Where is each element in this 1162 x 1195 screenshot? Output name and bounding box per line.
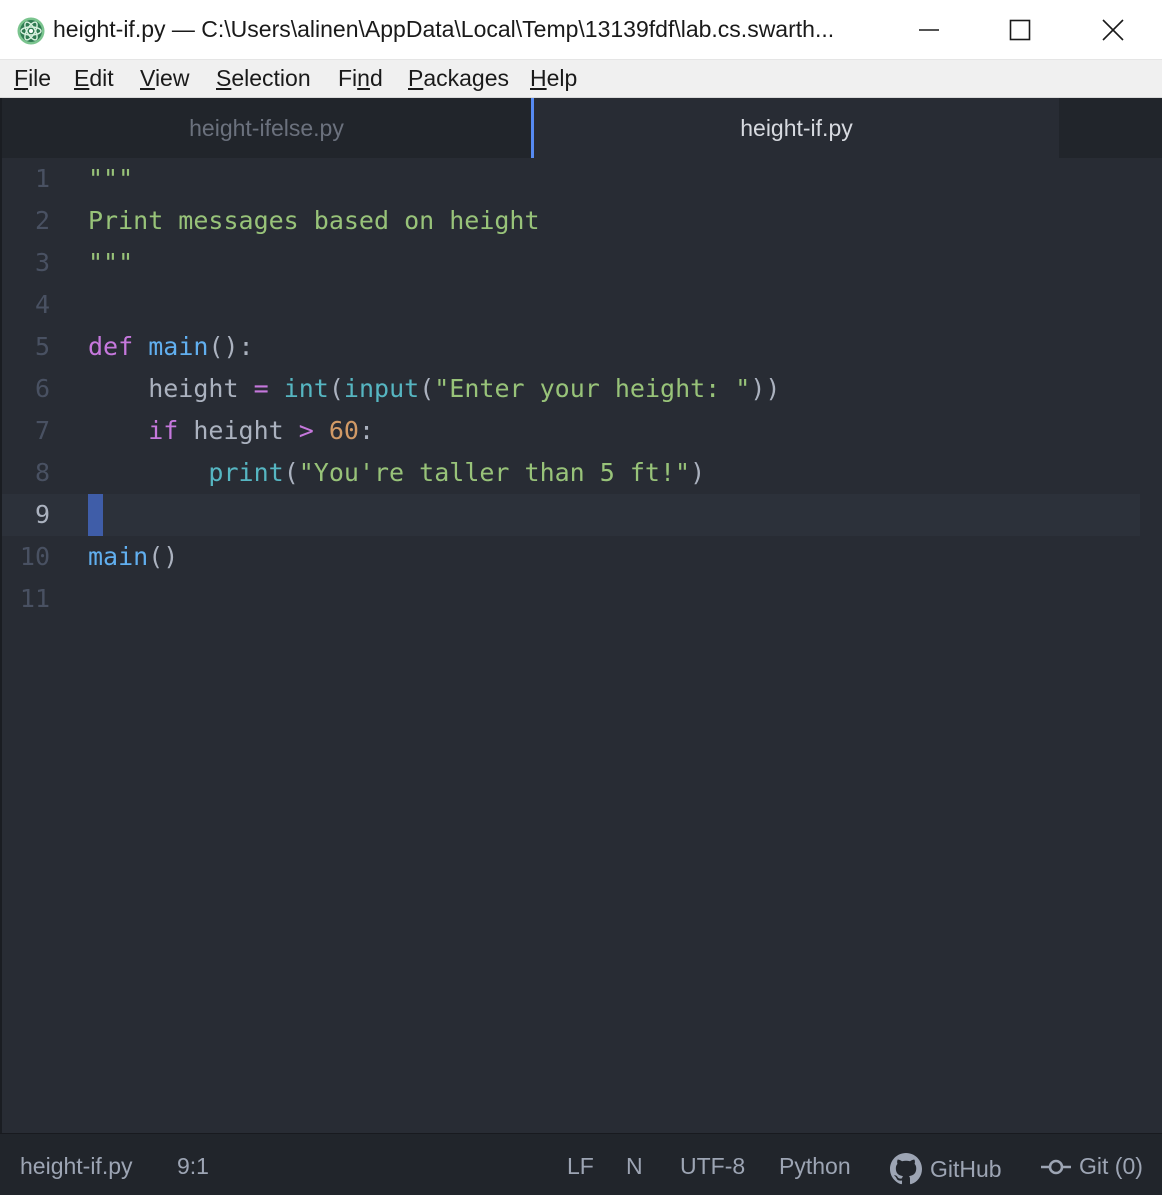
code-token: : [358, 416, 375, 445]
tab-height-if[interactable]: height-if.py [531, 98, 1059, 158]
menu-bar: File Edit View Selection Find Packages H… [0, 60, 1162, 98]
code-text: """ [88, 242, 133, 284]
code-token: print [208, 458, 284, 487]
line-number: 2 [34, 206, 50, 235]
tab-height-ifelse[interactable]: height-ifelse.py [2, 98, 531, 158]
title-bar: height-if.py — C:\Users\alinen\AppData\L… [0, 0, 1162, 60]
line-number: 6 [34, 374, 50, 403]
code-line[interactable]: 10 main() [2, 536, 1140, 578]
git-commit-icon [1041, 1159, 1071, 1174]
code-line[interactable]: 9 [2, 494, 1140, 536]
code-text: main() [88, 536, 178, 578]
line-number: 3 [34, 248, 50, 277]
code-line[interactable]: 3 """ [2, 242, 1140, 284]
code-token: if [148, 416, 179, 445]
code-token: Print messages based on height [88, 206, 540, 235]
code-text: print("You're taller than 5 ft!") [88, 452, 705, 494]
code-line[interactable]: 2 Print messages based on height [2, 200, 1140, 242]
code-token: height [178, 416, 299, 445]
code-line[interactable]: 7 if height > 60: [2, 410, 1140, 452]
code-text: if height > 60: [88, 410, 374, 452]
tab-bar: height-ifelse.py height-if.py [0, 98, 1162, 158]
atom-icon [17, 17, 45, 45]
status-git-label: Git (0) [1079, 1153, 1143, 1179]
tab-bar-empty-area[interactable] [1059, 98, 1162, 158]
code-token: def [88, 332, 134, 361]
code-line[interactable]: 11 [2, 578, 1140, 620]
status-bar: height-if.py 9:1 LF N UTF-8 Python GitHu… [0, 1133, 1162, 1195]
code-token: () [148, 542, 179, 571]
code-token: ( [283, 458, 299, 487]
line-number: 10 [19, 542, 50, 571]
window-title: height-if.py — C:\Users\alinen\AppData\L… [53, 16, 835, 42]
code-token: """ [88, 248, 134, 277]
code-text: def main(): [88, 326, 254, 368]
code-text: Print messages based on height [88, 200, 540, 242]
menu-view[interactable]: View [140, 65, 189, 92]
line-number: 11 [19, 584, 50, 613]
code-token: )) [750, 374, 781, 403]
code-token: (): [208, 332, 254, 361]
code-token: 60 [328, 416, 359, 445]
status-github-label: GitHub [930, 1155, 1002, 1182]
maximize-button[interactable] [975, 0, 1065, 60]
maximize-icon [1009, 19, 1031, 41]
code-token: ( [328, 374, 344, 403]
code-line[interactable]: 6 height = int(input("Enter your height:… [2, 368, 1140, 410]
code-text: height = int(input("Enter your height: "… [88, 368, 780, 410]
minimize-icon [919, 29, 939, 31]
menu-packages[interactable]: Packages [408, 65, 509, 92]
line-number: 1 [34, 164, 50, 193]
code-text: """ [88, 158, 133, 200]
menu-help[interactable]: Help [530, 65, 577, 92]
code-line[interactable]: 5 def main(): [2, 326, 1140, 368]
status-grammar[interactable]: Python [779, 1153, 851, 1180]
close-button[interactable] [1068, 0, 1158, 60]
line-number: 9 [34, 500, 50, 529]
code-line[interactable]: 1 """ [2, 158, 1140, 200]
code-line[interactable]: 4 [2, 284, 1140, 326]
code-token: main [88, 542, 149, 571]
code-token: "You're taller than 5 ft!" [298, 458, 691, 487]
code-token: = [253, 374, 269, 403]
code-token: "Enter your height: " [434, 374, 751, 403]
code-token: height [88, 374, 254, 403]
status-git[interactable]: Git (0) [1041, 1153, 1143, 1180]
status-encoding[interactable]: UTF-8 [680, 1153, 745, 1180]
code-token: ( [419, 374, 435, 403]
status-cursor-position[interactable]: 9:1 [177, 1153, 209, 1180]
line-number: 7 [34, 416, 50, 445]
status-file-name[interactable]: height-if.py [20, 1153, 133, 1180]
tab-label: height-ifelse.py [189, 114, 344, 141]
line-number: 4 [34, 290, 50, 319]
code-token: """ [88, 164, 134, 193]
menu-find[interactable]: Find [338, 65, 383, 92]
line-number: 5 [34, 332, 50, 361]
github-icon [890, 1153, 922, 1185]
close-icon [1102, 19, 1124, 41]
line-number: 8 [34, 458, 50, 487]
code-token: > [298, 416, 314, 445]
status-indicator[interactable]: N [626, 1153, 643, 1180]
code-token: main [148, 332, 209, 361]
code-token: int [283, 374, 329, 403]
tab-label: height-if.py [740, 114, 853, 141]
status-line-ending[interactable]: LF [567, 1153, 594, 1180]
minimize-button[interactable] [884, 0, 974, 60]
menu-selection[interactable]: Selection [216, 65, 311, 92]
text-cursor [88, 494, 103, 536]
menu-file[interactable]: File [14, 65, 51, 92]
code-token: ) [690, 458, 706, 487]
code-editor[interactable]: 1 """ 2 Print messages based on height 3 """ 4… [2, 158, 1162, 1132]
menu-edit[interactable]: Edit [74, 65, 114, 92]
status-github[interactable]: GitHub [890, 1153, 1002, 1185]
code-line[interactable]: 8 print("You're taller than 5 ft!") [2, 452, 1140, 494]
code-token: input [343, 374, 420, 403]
